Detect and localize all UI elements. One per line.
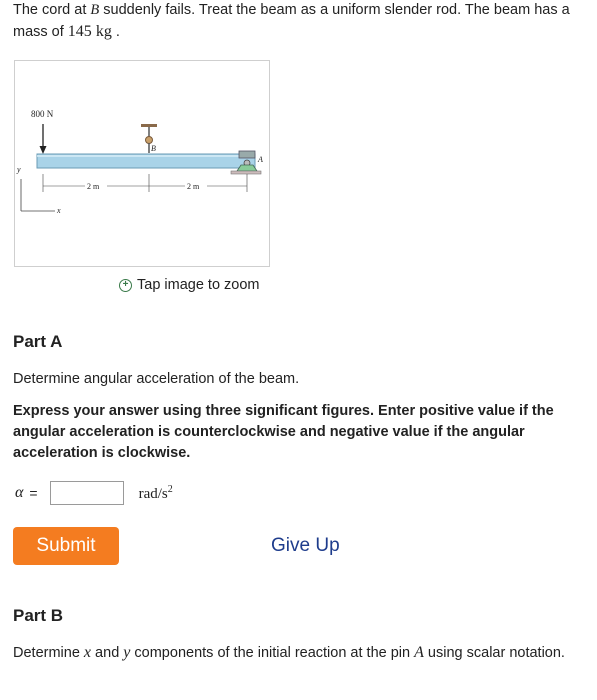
part-b-text: components of the initial reaction at th… <box>130 645 415 661</box>
problem-text: The cord at <box>13 2 91 18</box>
problem-text-end: . <box>115 24 120 40</box>
equals-sign: = <box>29 485 38 501</box>
part-b-text: Determine <box>13 645 84 661</box>
pulley-ring <box>145 136 153 144</box>
axis-x-label: x <box>56 206 61 215</box>
cord-label: B <box>151 144 156 153</box>
unit-label: rad/s2 <box>139 484 173 503</box>
part-a-instructions: Express your answer using three signific… <box>13 403 554 461</box>
zoom-icon: + <box>119 278 132 292</box>
part-a-title: Part A <box>13 332 63 351</box>
var-b: B <box>90 2 100 18</box>
var-a: A <box>414 644 424 661</box>
dim-label-left: 2 m <box>87 182 100 191</box>
force-arrowhead <box>39 146 47 154</box>
alpha-symbol: α <box>15 484 24 501</box>
zoom-link[interactable]: + Tap image to zoom <box>119 277 260 293</box>
give-up-link[interactable]: Give Up <box>271 535 340 557</box>
part-a-question: Determine angular acceleration of the be… <box>13 371 300 387</box>
problem-figure[interactable]: 800 N B A 2 m 2 m y x <box>14 60 270 267</box>
answer-row: α = rad/s2 <box>15 480 173 506</box>
mass-unit: kg <box>95 23 112 40</box>
zoom-label: Tap image to zoom <box>137 277 260 293</box>
alpha-answer-input[interactable] <box>49 481 124 505</box>
dim-label-right: 2 m <box>187 182 200 191</box>
part-b-title: Part B <box>13 606 64 625</box>
ground <box>230 170 262 175</box>
pin-label: A <box>257 155 263 164</box>
problem-statement: The cord at B suddenly fails. Treat the … <box>13 0 588 43</box>
unit-exponent: 2 <box>167 483 173 495</box>
axis-y-label: y <box>16 165 21 174</box>
part-b-question: Determine x and y components of the init… <box>13 642 573 664</box>
pin-bracket <box>238 150 256 159</box>
mass-value: 145 <box>67 23 92 40</box>
pin-base <box>236 164 258 172</box>
var-x: x <box>83 644 92 661</box>
part-b-text: using scalar notation. <box>423 645 565 661</box>
part-b-text: and <box>91 645 124 661</box>
unit-base: rad/s <box>138 485 168 502</box>
ceiling-mount <box>141 124 157 127</box>
beam-diagram: 800 N B A 2 m 2 m y x <box>16 109 263 215</box>
submit-button[interactable]: Submit <box>13 527 119 565</box>
force-label: 800 N <box>31 109 54 119</box>
